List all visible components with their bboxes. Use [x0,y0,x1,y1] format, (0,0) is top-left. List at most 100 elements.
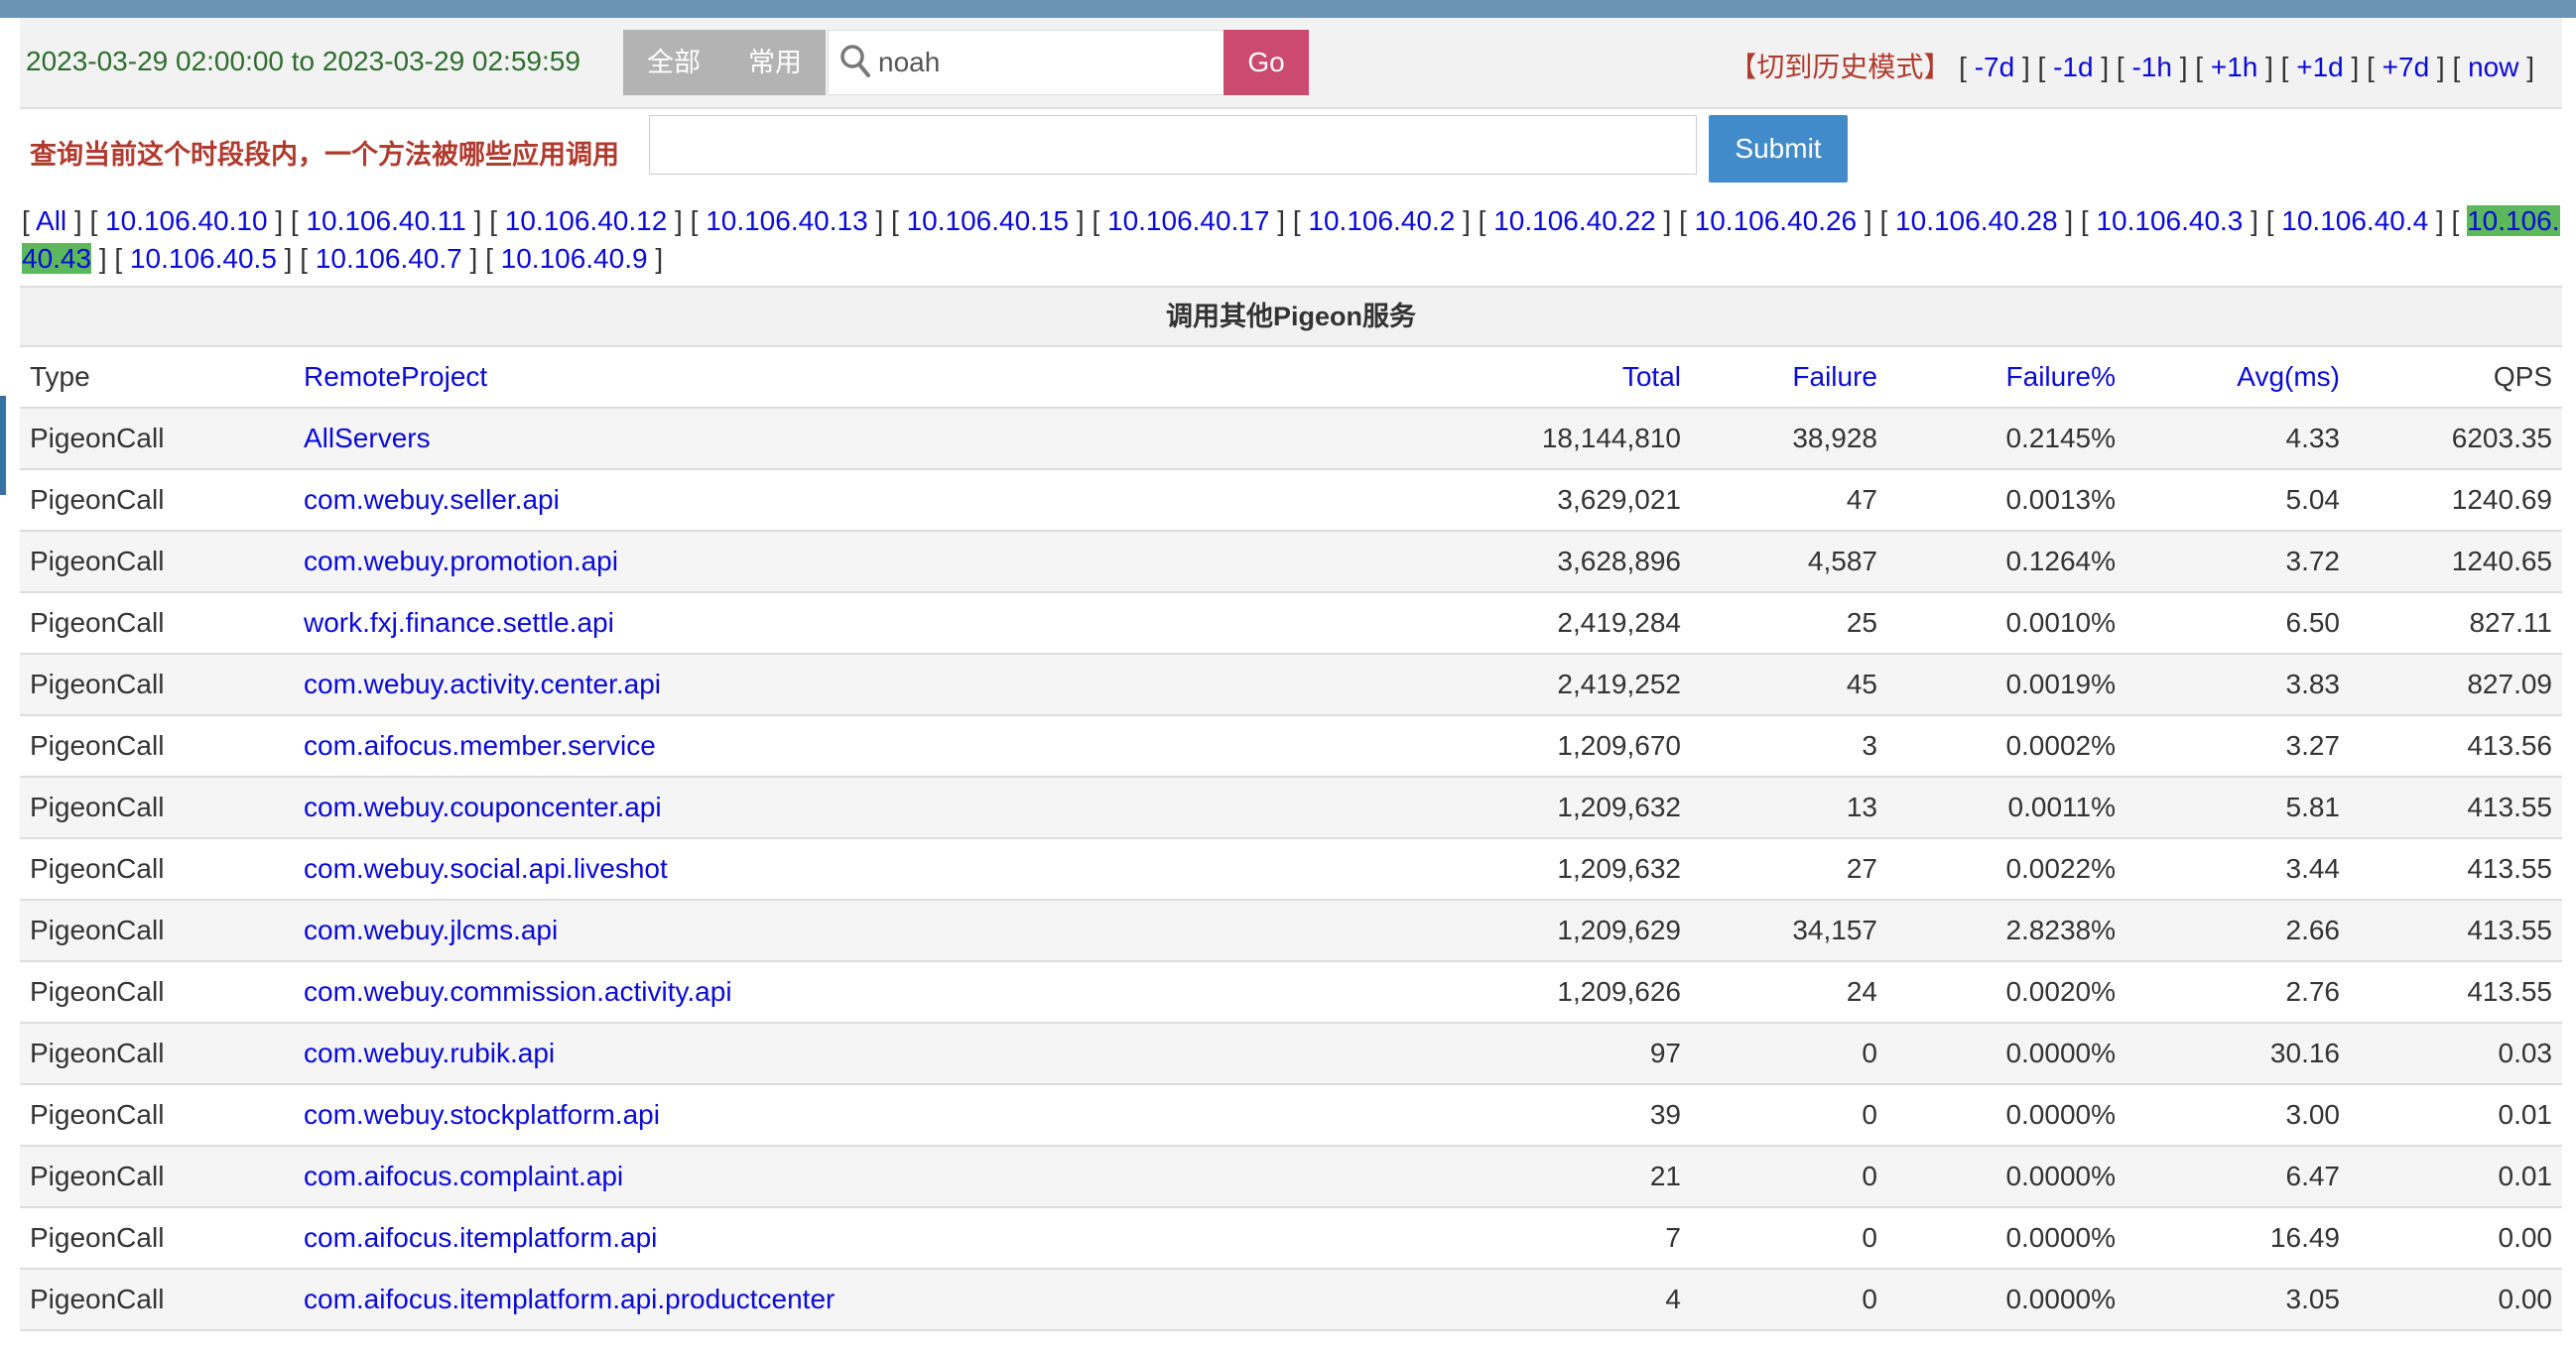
table-cell: 0.0000% [1887,1269,2125,1331]
remote-project-link[interactable]: com.webuy.rubik.api [294,1023,1336,1085]
remote-project-link[interactable]: com.aifocus.itemplatform.api.productcent… [294,1269,1336,1331]
search-input[interactable] [878,31,1216,94]
ip-filter-link[interactable]: 10.106.40.26 [1695,205,1858,236]
table-cell: PigeonCall [20,715,294,778]
table-cell: 0.0000% [1887,1207,2125,1270]
ip-filter-link[interactable]: 10.106.40.10 [105,205,268,236]
table-cell: 2,419,252 [1336,654,1691,716]
table-cell: 18,144,810 [1336,408,1691,470]
ip-filter-link[interactable]: 10.106.40.3 [2096,205,2243,236]
table-cell: 0 [1691,1084,1887,1147]
table-cell: 13 [1691,777,1887,839]
column-header[interactable]: Failure [1691,347,1887,409]
column-header[interactable]: RemoteProject [294,347,1336,409]
table-cell: 827.11 [2350,592,2562,655]
table-cell: PigeonCall [20,1207,294,1270]
ip-filter-link[interactable]: 10.106.40.13 [706,205,868,236]
remote-project-link[interactable]: com.webuy.seller.api [294,469,1336,532]
section-title: 调用其他Pigeon服务 [20,286,2562,347]
remote-project-link[interactable]: com.aifocus.member.service [294,715,1336,778]
page: 2023-03-29 02:00:00 to 2023-03-29 02:59:… [20,18,2562,1331]
table-cell: 1,209,632 [1336,838,1691,901]
filter-common-button[interactable]: 常用 [724,30,826,95]
ip-filter-link[interactable]: 10.106.40.12 [505,205,668,236]
table-cell: 47 [1691,469,1887,532]
remote-project-link[interactable]: com.webuy.promotion.api [294,531,1336,593]
remote-project-link[interactable]: com.aifocus.complaint.api [294,1146,1336,1208]
remote-project-link[interactable]: com.webuy.activity.center.api [294,654,1336,716]
table-cell: 38,928 [1691,408,1887,470]
table-cell: 0.1264% [1887,531,2125,593]
ip-filter-link[interactable]: 10.106.40.4 [2281,205,2428,236]
history-mode-link[interactable]: 【切到历史模式】 [1729,52,1951,82]
ip-filter-link[interactable]: 10.106.40.7 [316,243,462,274]
time-nav-link[interactable]: +7d [2383,52,2430,82]
table-cell: 0.0010% [1887,592,2125,655]
table-row: PigeonCall AllServers 18,144,810 38,928 0.21… [20,408,2562,470]
table-cell: 1,209,670 [1336,715,1691,778]
table-cell: 413.56 [2350,715,2562,778]
ip-filter-link[interactable]: 10.106.40.5 [130,243,277,274]
table-cell: 3.27 [2125,715,2350,778]
table-cell: 0.0000% [1887,1146,2125,1208]
remote-project-link[interactable]: work.fxj.finance.settle.api [294,592,1336,655]
submit-button[interactable]: Submit [1709,115,1848,183]
pigeon-call-table: Type RemoteProject Total Failure Failure% Avg… [20,347,2562,1331]
table-cell: 0.01 [2350,1146,2562,1208]
column-header: Type [20,347,294,409]
table-cell: PigeonCall [20,654,294,716]
ip-filter-link[interactable]: 10.106.40.28 [1895,205,2058,236]
remote-project-link[interactable]: AllServers [294,408,1336,470]
ip-filter-link[interactable]: 10.106.40.15 [907,205,1070,236]
ip-filter-link[interactable]: 10.106.40.9 [501,243,648,274]
remote-project-link[interactable]: com.webuy.commission.activity.api [294,961,1336,1024]
table-cell: 4,587 [1691,531,1887,593]
table-cell: 30.16 [2125,1023,2350,1085]
table-row: PigeonCall com.webuy.commission.activity.… [20,961,2562,1024]
time-nav-link[interactable]: +1h [2211,52,2258,82]
ip-filter-link[interactable]: 10.106.40.22 [1493,205,1656,236]
scroll-indicator [0,396,6,495]
table-cell: 0.01 [2350,1084,2562,1147]
ip-filter-link[interactable]: 10.106.40.2 [1308,205,1455,236]
table-cell: 4 [1336,1269,1691,1331]
table-cell: 0 [1691,1269,1887,1331]
column-header[interactable]: Failure% [1887,347,2125,409]
method-query-input[interactable] [649,115,1697,175]
table-row: PigeonCall com.aifocus.complaint.api 21 0 0.… [20,1146,2562,1208]
time-navigation: 【切到历史模式】 [ -7d ] [ -1d ] [ -1h ] [ +1h ]… [1729,52,2534,82]
go-button[interactable]: Go [1224,30,1309,95]
table-cell: 6.47 [2125,1146,2350,1208]
column-header[interactable]: Total [1336,347,1691,409]
time-nav-link[interactable]: -1d [2053,52,2093,82]
time-nav-link[interactable]: -1h [2131,52,2171,82]
column-header[interactable]: Avg(ms) [2125,347,2350,409]
time-nav-link[interactable]: -7d [1975,52,2014,82]
filter-all-button[interactable]: 全部 [623,30,724,95]
table-row: PigeonCall com.webuy.couponcenter.api 1,20… [20,777,2562,839]
remote-project-link[interactable]: com.webuy.stockplatform.api [294,1084,1336,1147]
search-box [828,30,1224,95]
table-cell: 1,209,629 [1336,900,1691,962]
table-cell: PigeonCall [20,1084,294,1147]
table-cell: 6203.35 [2350,408,2562,470]
remote-project-link[interactable]: com.aifocus.itemplatform.api [294,1207,1336,1270]
table-cell: 16.49 [2125,1207,2350,1270]
table-cell: 3.05 [2125,1269,2350,1331]
header-bar: 2023-03-29 02:00:00 to 2023-03-29 02:59:… [20,18,2562,109]
table-cell: PigeonCall [20,469,294,532]
ip-filter-link[interactable]: 10.106.40.11 [306,205,465,236]
table-cell: 0.0000% [1887,1023,2125,1085]
table-cell: 5.81 [2125,777,2350,839]
table-cell: 0.0011% [1887,777,2125,839]
remote-project-link[interactable]: com.webuy.couponcenter.api [294,777,1336,839]
table-cell: 0.0013% [1887,469,2125,532]
table-cell: PigeonCall [20,408,294,470]
ip-filter-link[interactable]: 10.106.40.17 [1107,205,1270,236]
ip-filter-all[interactable]: All [36,205,66,236]
table-cell: 0.0019% [1887,654,2125,716]
remote-project-link[interactable]: com.webuy.social.api.liveshot [294,838,1336,901]
remote-project-link[interactable]: com.webuy.jlcms.api [294,900,1336,962]
time-nav-link[interactable]: +1d [2296,52,2344,82]
time-nav-link[interactable]: now [2468,52,2518,82]
